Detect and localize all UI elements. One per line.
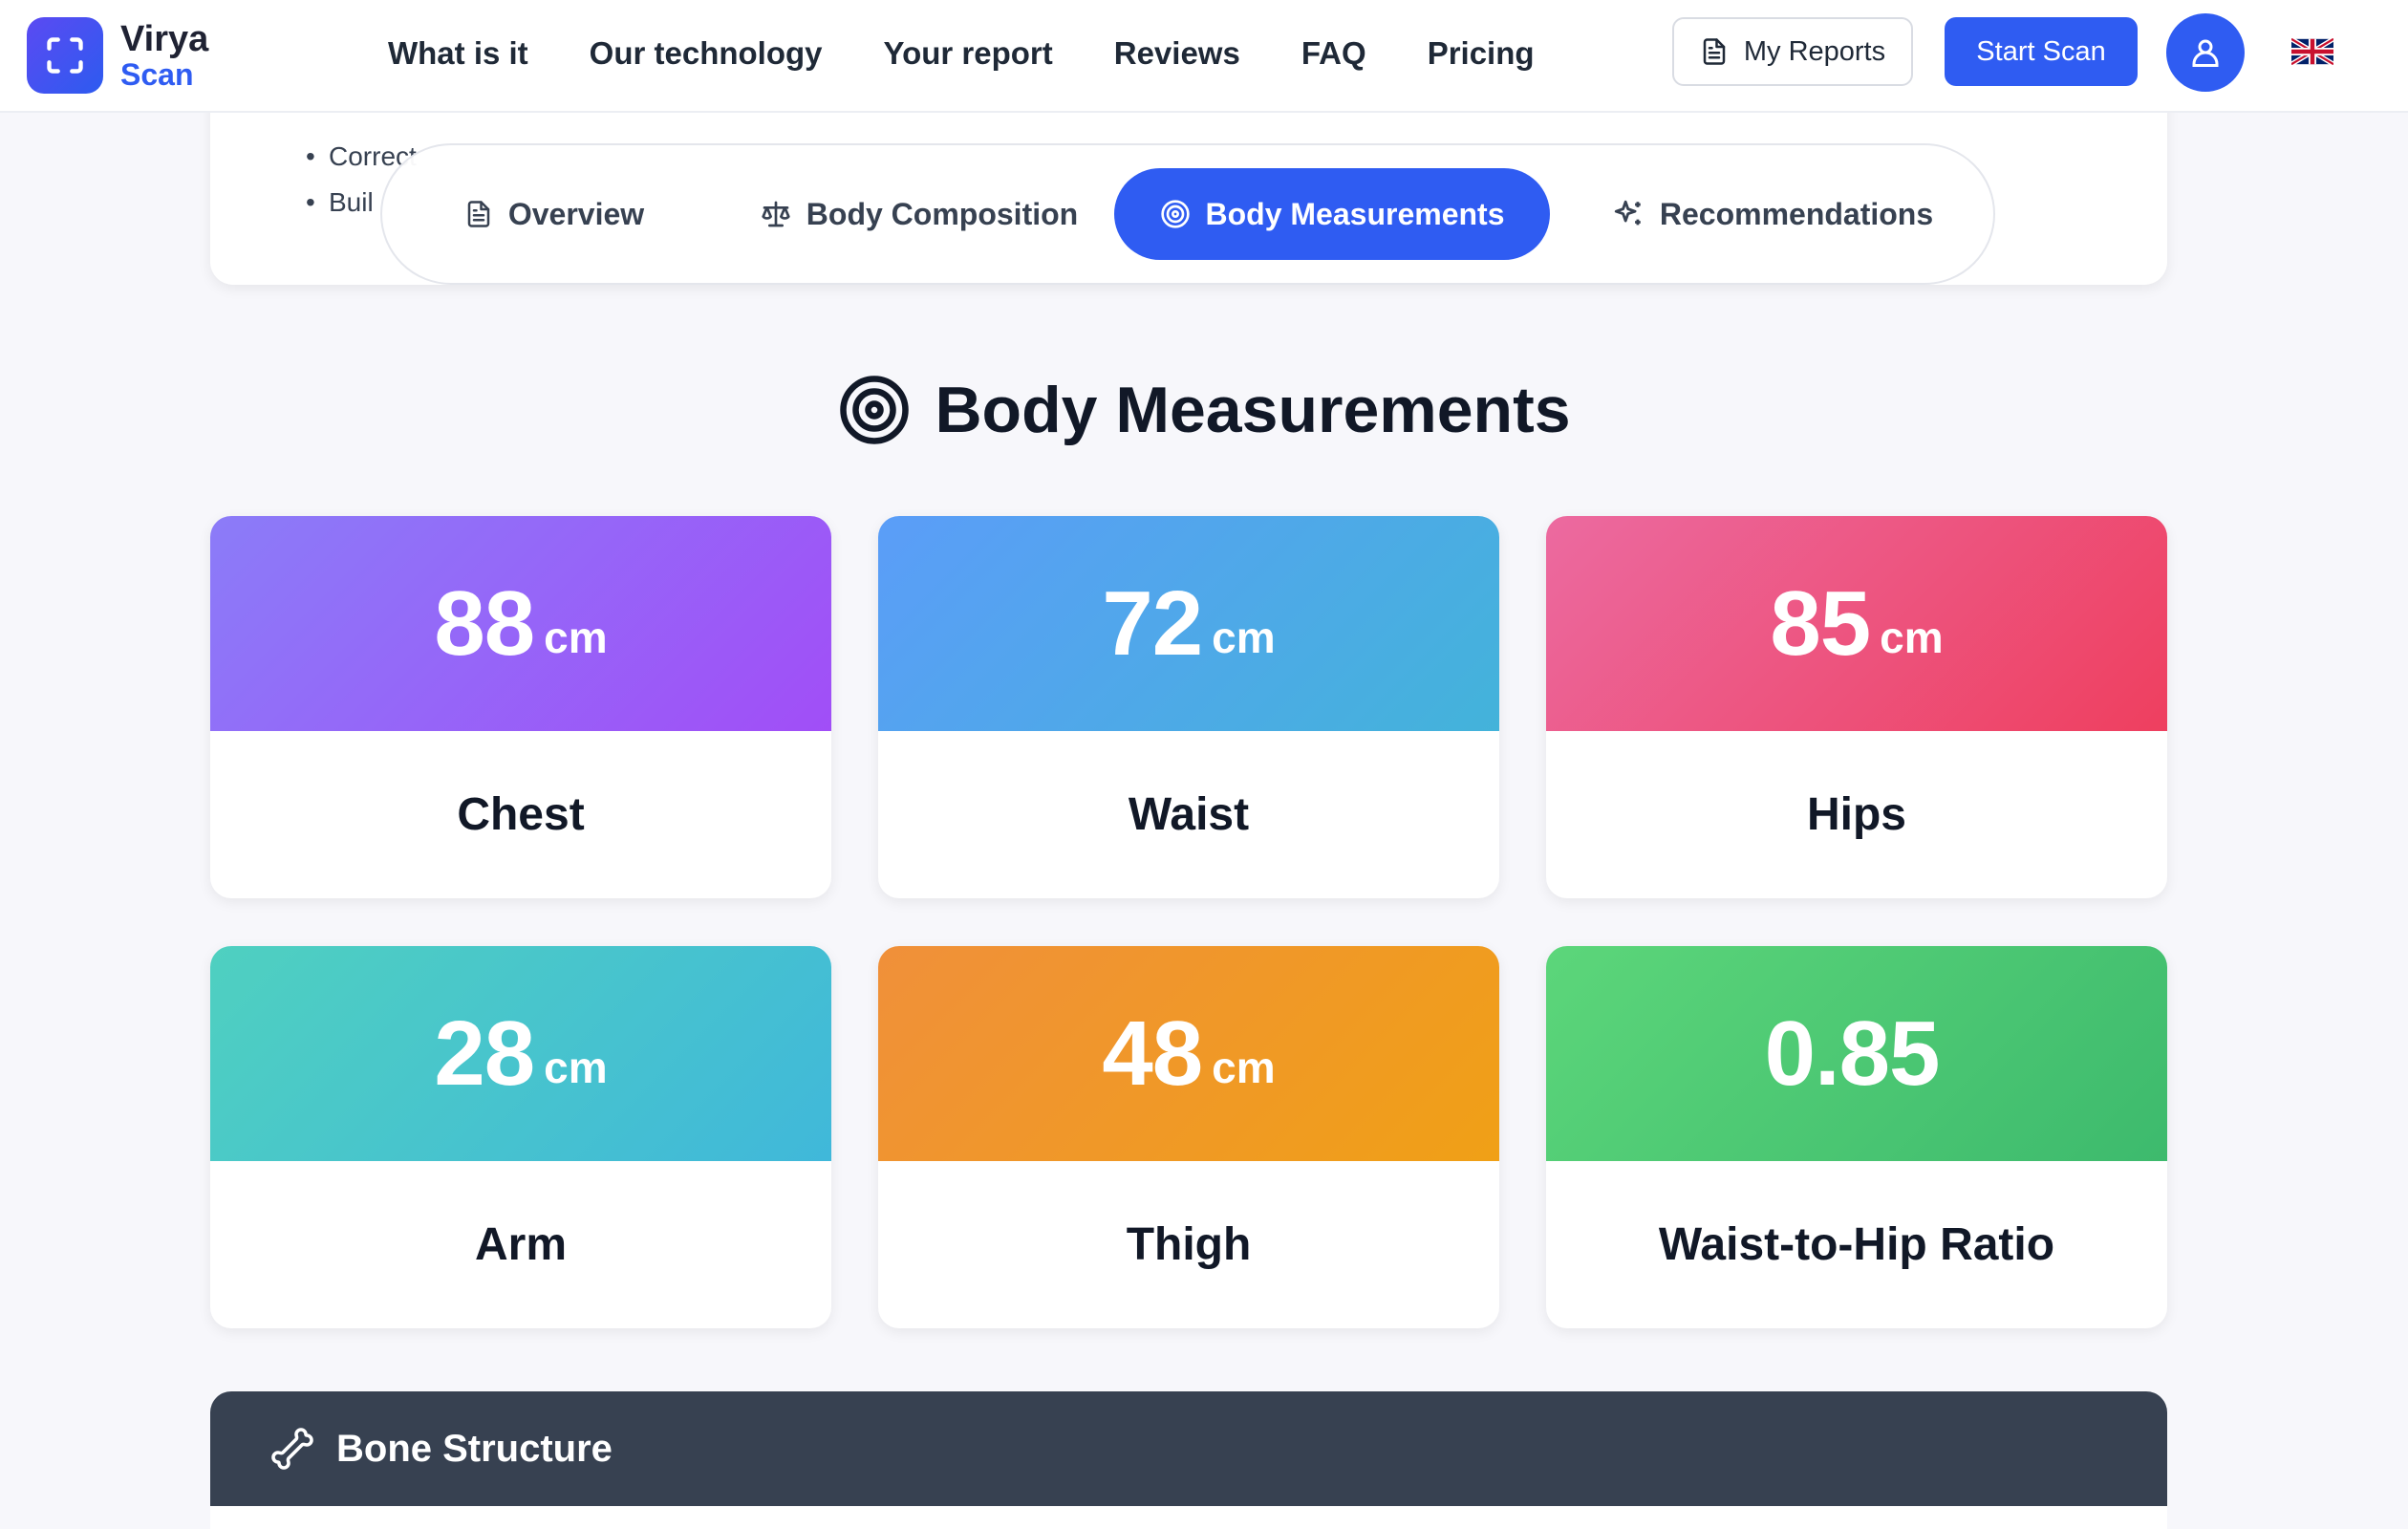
measurement-card-chest: 88 cm Chest [210, 516, 831, 898]
measurement-label: Arm [474, 1219, 568, 1270]
measurement-unit: cm [1212, 612, 1276, 662]
scale-icon [762, 201, 790, 227]
measurement-unit: cm [1212, 1042, 1276, 1092]
tab-recommendations[interactable]: Recommendations [1596, 168, 1949, 260]
page-title: Body Measurements [935, 374, 1571, 446]
tab-body-measurements-label: Body Measurements [1205, 196, 1505, 231]
nav-reviews[interactable]: Reviews [1114, 31, 1240, 76]
nav-what-is-it[interactable]: What is it [388, 31, 528, 76]
target-icon [1160, 200, 1190, 228]
brand-name: Virya [120, 19, 209, 59]
nav-pricing[interactable]: Pricing [1428, 31, 1535, 76]
user-avatar-button[interactable] [2166, 13, 2245, 92]
measurement-value-panel: 0.85 [1546, 946, 2167, 1161]
tab-body-composition[interactable]: Body Composition [738, 168, 1101, 260]
document-icon [467, 201, 490, 227]
measurement-value: 85 [1770, 571, 1871, 675]
section-heading: Body Measurements [0, 373, 2408, 447]
measurement-card-waist-to-hip-ratio: 0.85 Waist-to-Hip Ratio [1546, 946, 2167, 1328]
nav-faq[interactable]: FAQ [1301, 31, 1366, 76]
measurement-value: 0.85 [1764, 1001, 1941, 1105]
document-icon [1703, 38, 1726, 65]
measurement-label: Hips [1806, 789, 1906, 840]
tab-overview[interactable]: Overview [449, 168, 659, 260]
measurement-unit: cm [544, 612, 608, 662]
measurement-value-panel: 72 cm [878, 516, 1499, 731]
measurement-label: Waist-to-Hip Ratio [1658, 1219, 2055, 1270]
measurement-unit: cm [1880, 612, 1944, 662]
logo[interactable]: Virya Scan [27, 17, 208, 94]
measurement-label: Waist [1128, 789, 1250, 840]
target-icon [840, 376, 910, 444]
bone-icon [271, 1428, 313, 1470]
measurement-value-panel: 48 cm [878, 946, 1499, 1161]
start-scan-label: Start Scan [1976, 35, 2106, 67]
measurement-value-panel: 88 cm [210, 516, 831, 731]
my-reports-button[interactable]: My Reports [1672, 17, 1913, 86]
tab-recommendations-label: Recommendations [1659, 196, 1934, 231]
measurement-card-arm: 28 cm Arm [210, 946, 831, 1328]
report-tabs: Overview Body Composition Body Measureme… [380, 143, 1995, 285]
user-icon [2192, 39, 2219, 67]
measurement-label: Chest [457, 789, 585, 840]
tab-body-measurements[interactable]: Body Measurements [1114, 168, 1550, 260]
measurement-card-thigh: 48 cm Thigh [878, 946, 1499, 1328]
nav-our-technology[interactable]: Our technology [590, 31, 823, 76]
my-reports-label: My Reports [1743, 35, 1886, 67]
measurement-unit: cm [544, 1042, 608, 1092]
start-scan-button[interactable]: Start Scan [1945, 17, 2138, 86]
bone-structure-header: Bone Structure [210, 1391, 2167, 1506]
measurement-label: Thigh [1126, 1219, 1252, 1270]
main-nav: What is it Our technology Your report Re… [388, 31, 1596, 76]
measurement-card-waist: 72 cm Waist [878, 516, 1499, 898]
measurement-value: 88 [434, 571, 535, 675]
sparkles-icon [1614, 200, 1641, 226]
measurement-card-hips: 85 cm Hips [1546, 516, 2167, 898]
measurement-value: 48 [1102, 1001, 1203, 1105]
nav-your-report[interactable]: Your report [884, 31, 1053, 76]
uk-flag-icon[interactable] [2291, 38, 2333, 65]
bone-structure-title: Bone Structure [336, 1427, 613, 1470]
measurement-value: 28 [434, 1001, 535, 1105]
scan-frame-icon [27, 17, 103, 94]
measurement-value: 72 [1102, 571, 1203, 675]
tab-body-composition-label: Body Composition [806, 196, 1079, 231]
measurement-value-panel: 85 cm [1546, 516, 2167, 731]
brand-sub: Scan [120, 57, 194, 92]
tab-overview-label: Overview [507, 196, 645, 231]
top-navigation: Virya Scan What is it Our technology You… [0, 0, 2408, 113]
measurement-value-panel: 28 cm [210, 946, 831, 1161]
bone-structure-card: Bone Structure [210, 1391, 2167, 1529]
